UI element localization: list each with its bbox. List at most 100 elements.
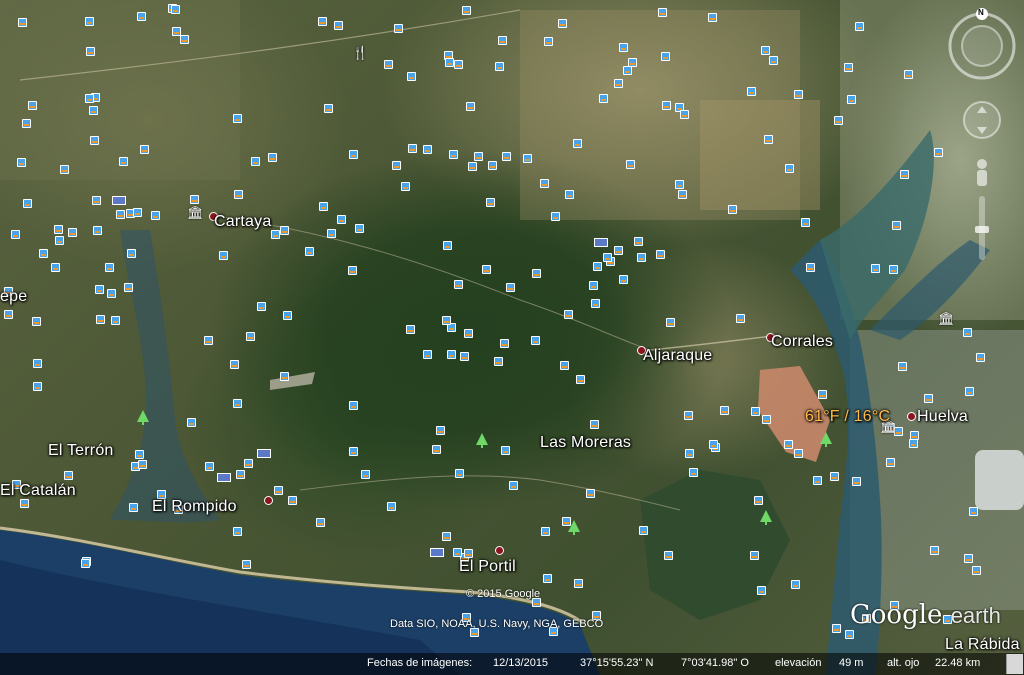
photo-poi-icon[interactable] (11, 230, 20, 239)
photo-poi-icon[interactable] (85, 94, 94, 103)
photo-poi-icon[interactable] (801, 218, 810, 227)
zoom-slider-icon[interactable] (975, 196, 989, 260)
photo-poi-icon[interactable] (794, 449, 803, 458)
photo-poi-icon[interactable] (685, 449, 694, 458)
photo-poi-icon[interactable] (318, 17, 327, 26)
photo-poi-icon[interactable] (794, 90, 803, 99)
photo-poi-icon[interactable] (590, 420, 599, 429)
town-marker-icon[interactable] (264, 496, 273, 505)
photo-poi-icon[interactable] (361, 470, 370, 479)
photo-poi-icon[interactable] (33, 359, 42, 368)
photo-poi-icon[interactable] (754, 496, 763, 505)
photo-poi-icon[interactable] (806, 263, 815, 272)
photo-poi-icon[interactable] (736, 314, 745, 323)
photo-poi-icon[interactable] (900, 170, 909, 179)
photo-poi-icon[interactable] (818, 390, 827, 399)
photo-poi-icon[interactable] (68, 228, 77, 237)
photo-poi-icon[interactable] (394, 24, 403, 33)
hotel-icon[interactable] (594, 238, 608, 247)
photo-poi-icon[interactable] (135, 450, 144, 459)
photo-poi-icon[interactable] (684, 411, 693, 420)
photo-poi-icon[interactable] (190, 195, 199, 204)
photo-poi-icon[interactable] (81, 559, 90, 568)
photo-poi-icon[interactable] (976, 353, 985, 362)
photo-poi-icon[interactable] (593, 262, 602, 271)
photo-poi-icon[interactable] (111, 316, 120, 325)
photo-poi-icon[interactable] (138, 460, 147, 469)
restaurant-icon[interactable]: 🍴 (352, 46, 368, 60)
park-tree-icon[interactable] (820, 432, 832, 447)
photo-poi-icon[interactable] (761, 46, 770, 55)
photo-poi-icon[interactable] (494, 357, 503, 366)
photo-poi-icon[interactable] (614, 246, 623, 255)
photo-poi-icon[interactable] (832, 624, 841, 633)
photo-poi-icon[interactable] (445, 58, 454, 67)
photo-poi-icon[interactable] (619, 275, 628, 284)
photo-poi-icon[interactable] (871, 264, 880, 273)
photo-poi-icon[interactable] (171, 5, 180, 14)
photo-poi-icon[interactable] (349, 150, 358, 159)
photo-poi-icon[interactable] (474, 152, 483, 161)
museum-icon[interactable]: 🏛 (938, 312, 955, 326)
photo-poi-icon[interactable] (283, 311, 292, 320)
photo-poi-icon[interactable] (133, 208, 142, 217)
photo-poi-icon[interactable] (500, 339, 509, 348)
photo-poi-icon[interactable] (541, 527, 550, 536)
photo-poi-icon[interactable] (244, 459, 253, 468)
photo-poi-icon[interactable] (246, 332, 255, 341)
photo-poi-icon[interactable] (455, 469, 464, 478)
photo-poi-icon[interactable] (464, 549, 473, 558)
photo-poi-icon[interactable] (892, 221, 901, 230)
photo-poi-icon[interactable] (355, 224, 364, 233)
photo-poi-icon[interactable] (219, 251, 228, 260)
photo-poi-icon[interactable] (54, 225, 63, 234)
photo-poi-icon[interactable] (92, 196, 101, 205)
photo-poi-icon[interactable] (124, 283, 133, 292)
hotel-icon[interactable] (112, 196, 126, 205)
place-label-las-moreras[interactable]: Las Moreras (540, 434, 631, 452)
photo-poi-icon[interactable] (543, 574, 552, 583)
photo-poi-icon[interactable] (453, 548, 462, 557)
photo-poi-icon[interactable] (558, 19, 567, 28)
photo-poi-icon[interactable] (327, 229, 336, 238)
photo-poi-icon[interactable] (55, 236, 64, 245)
photo-poi-icon[interactable] (268, 153, 277, 162)
photo-poi-icon[interactable] (205, 462, 214, 471)
photo-poi-icon[interactable] (565, 190, 574, 199)
photo-poi-icon[interactable] (436, 426, 445, 435)
photo-poi-icon[interactable] (280, 372, 289, 381)
photo-poi-icon[interactable] (791, 580, 800, 589)
weather-label[interactable]: 61°F / 16°C (805, 408, 890, 426)
photo-poi-icon[interactable] (460, 352, 469, 361)
photo-poi-icon[interactable] (86, 47, 95, 56)
photo-poi-icon[interactable] (498, 36, 507, 45)
photo-poi-icon[interactable] (551, 212, 560, 221)
photo-poi-icon[interactable] (64, 471, 73, 480)
photo-poi-icon[interactable] (757, 586, 766, 595)
photo-poi-icon[interactable] (406, 325, 415, 334)
photo-poi-icon[interactable] (889, 265, 898, 274)
photo-poi-icon[interactable] (506, 283, 515, 292)
photo-poi-icon[interactable] (747, 87, 756, 96)
place-label-huelva[interactable]: Huelva (917, 408, 968, 426)
photo-poi-icon[interactable] (531, 336, 540, 345)
photo-poi-icon[interactable] (614, 79, 623, 88)
park-tree-icon[interactable] (476, 433, 488, 448)
photo-poi-icon[interactable] (924, 394, 933, 403)
photo-poi-icon[interactable] (316, 518, 325, 527)
photo-poi-icon[interactable] (387, 502, 396, 511)
photo-poi-icon[interactable] (349, 447, 358, 456)
hotel-icon[interactable] (217, 473, 231, 482)
photo-poi-icon[interactable] (324, 104, 333, 113)
park-tree-icon[interactable] (137, 410, 149, 425)
photo-poi-icon[interactable] (540, 179, 549, 188)
photo-poi-icon[interactable] (482, 265, 491, 274)
photo-poi-icon[interactable] (589, 281, 598, 290)
photo-poi-icon[interactable] (495, 62, 504, 71)
place-label-cartaya[interactable]: Cartaya (214, 213, 271, 231)
photo-poi-icon[interactable] (288, 496, 297, 505)
photo-poi-icon[interactable] (488, 161, 497, 170)
photo-poi-icon[interactable] (750, 551, 759, 560)
town-marker-icon[interactable] (907, 412, 916, 421)
photo-poi-icon[interactable] (728, 205, 737, 214)
